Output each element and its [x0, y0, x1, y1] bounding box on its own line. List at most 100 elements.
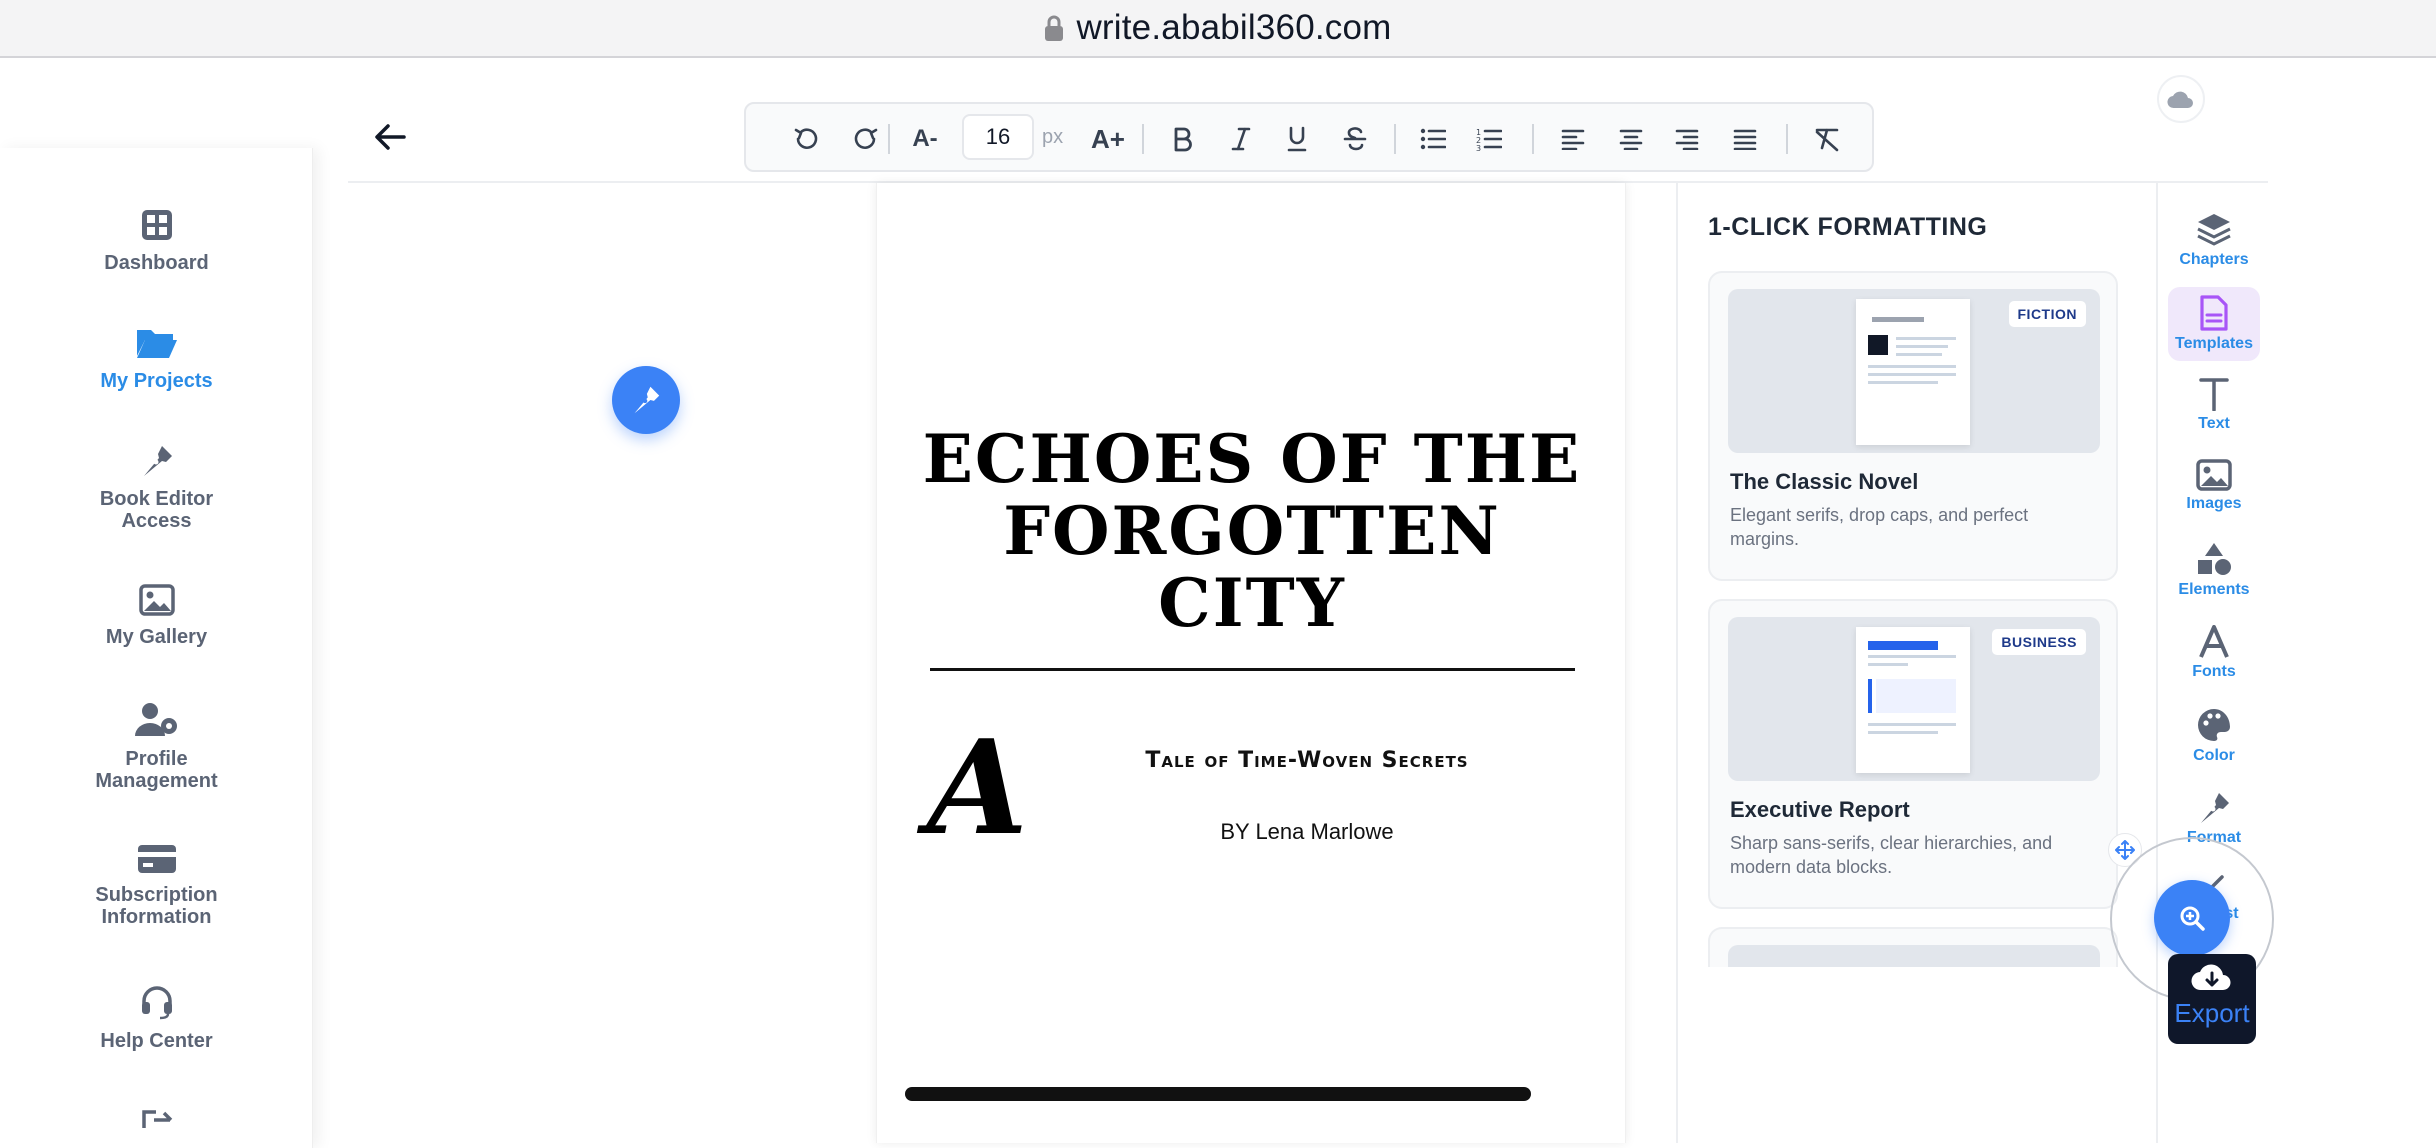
pen-nib-icon: [2201, 793, 2229, 823]
align-left-icon: [1561, 129, 1585, 150]
rail-item-label: Elements: [2178, 581, 2250, 598]
sidebar-item-label: My Projects: [100, 370, 213, 392]
cloud-download-icon: [2191, 964, 2231, 991]
undo-button[interactable]: [788, 120, 826, 158]
sidebar-item-book-editor-access[interactable]: Book Editor Access: [0, 444, 313, 532]
cloud-icon: [2167, 91, 2193, 109]
font-increase-label: A+: [1091, 123, 1125, 154]
align-justify-button[interactable]: [1726, 120, 1764, 158]
edit-pen-button[interactable]: [612, 366, 680, 434]
rail-item-templates[interactable]: Templates: [2168, 287, 2260, 361]
formatting-panel: 1-CLICK FORMATTING FICTION The Classic N…: [1676, 183, 2156, 1143]
align-right-button[interactable]: [1668, 120, 1706, 158]
rail-item-label: Templates: [2175, 335, 2253, 352]
palette-icon: [2198, 709, 2230, 741]
headset-icon: [141, 986, 172, 1020]
export-button[interactable]: Export: [2168, 954, 2256, 1044]
bold-icon: [1174, 127, 1192, 152]
sidebar-item-label: Book Editor Access: [99, 488, 214, 532]
pen-nib-icon: [634, 386, 660, 414]
document-page[interactable]: ECHOES OF THE FORGOTTEN CITY A Tale of T…: [876, 183, 1626, 1143]
template-card-executive-report[interactable]: BUSINESS Executive Report Sharp sans-ser…: [1708, 599, 2118, 909]
formatting-toolbar: A- px A+ 123: [744, 102, 1874, 172]
rail-item-text[interactable]: Text: [2168, 369, 2260, 443]
redo-button[interactable]: [846, 120, 884, 158]
font-decrease-label: A-: [912, 125, 938, 152]
sidebar-item-my-projects[interactable]: My Projects: [0, 326, 313, 392]
user-gear-icon: [134, 703, 177, 736]
horizontal-scrollbar[interactable]: [905, 1087, 1531, 1101]
toolbar-separator: [1394, 124, 1396, 154]
bullet-list-button[interactable]: [1414, 120, 1452, 158]
underline-button[interactable]: [1278, 120, 1316, 158]
paper-preview: [1856, 627, 1970, 773]
document-title[interactable]: ECHOES OF THE FORGOTTEN CITY: [917, 423, 1587, 639]
sidebar-item-label: Help Center: [100, 1030, 213, 1052]
rail-item-chapters[interactable]: Chapters: [2168, 203, 2260, 277]
move-icon: [2115, 840, 2135, 860]
url-text: write.ababil360.com: [1076, 8, 1392, 47]
bullet-list-icon: [1420, 128, 1446, 150]
font-size-input[interactable]: [962, 114, 1034, 160]
sidebar-item-logout[interactable]: [0, 1108, 313, 1138]
svg-text:3: 3: [1476, 144, 1481, 151]
left-sidebar: Dashboard My Projects Book Editor Access…: [0, 148, 313, 1148]
template-name: The Classic Novel: [1730, 469, 1919, 494]
numbered-list-button[interactable]: 123: [1470, 120, 1508, 158]
align-center-button[interactable]: [1612, 120, 1650, 158]
pen-nib-icon: [143, 446, 172, 476]
rail-item-elements[interactable]: Elements: [2168, 533, 2260, 607]
shapes-icon: [2198, 543, 2231, 575]
cloud-save-button[interactable]: [2157, 75, 2205, 123]
template-card-classic-novel[interactable]: FICTION The Classic Novel Elegant serifs…: [1708, 271, 2118, 581]
document-author[interactable]: BY Lena Marlowe: [1097, 819, 1517, 845]
template-description: Sharp sans-serifs, clear hierarchies, an…: [1730, 833, 2053, 877]
rail-item-label: Text: [2198, 415, 2230, 432]
font-size-unit: px: [1042, 126, 1064, 148]
align-center-icon: [1619, 129, 1643, 150]
template-card-partial[interactable]: [1708, 927, 2118, 967]
image-icon: [2196, 459, 2232, 491]
drop-cap[interactable]: A: [927, 723, 1028, 853]
underline-icon: [1287, 126, 1307, 152]
rail-item-images[interactable]: Images: [2168, 451, 2260, 525]
clear-format-button[interactable]: [1808, 120, 1846, 158]
sidebar-item-label: Dashboard: [104, 252, 209, 274]
bold-button[interactable]: [1164, 120, 1202, 158]
numbered-list-icon: 123: [1476, 128, 1502, 151]
template-preview: BUSINESS: [1728, 617, 2100, 781]
italic-button[interactable]: [1222, 120, 1260, 158]
sidebar-item-my-gallery[interactable]: My Gallery: [0, 584, 313, 648]
redo-icon: [854, 128, 878, 149]
sidebar-item-label: Subscription Information: [95, 884, 218, 928]
rail-item-fonts[interactable]: Fonts: [2168, 617, 2260, 691]
template-preview: FICTION: [1728, 289, 2100, 453]
template-name: Executive Report: [1730, 797, 1910, 822]
sidebar-item-help-center[interactable]: Help Center: [0, 984, 313, 1052]
rail-item-label: Color: [2193, 747, 2235, 764]
browser-url-bar[interactable]: write.ababil360.com: [0, 0, 2436, 58]
font-increase-button[interactable]: A+: [1086, 120, 1130, 158]
rail-item-label: Chapters: [2179, 251, 2249, 268]
sidebar-item-label: Profile Management: [95, 748, 218, 792]
document-subtitle[interactable]: Tale of Time-Woven Secrets: [1097, 748, 1517, 773]
template-doc-icon: [2200, 295, 2228, 331]
rail-item-color[interactable]: Color: [2168, 699, 2260, 773]
strikethrough-button[interactable]: [1336, 120, 1374, 158]
folder-open-icon: [136, 330, 177, 358]
back-arrow-icon[interactable]: [372, 120, 408, 154]
zoom-button[interactable]: [2154, 880, 2230, 956]
sidebar-item-dashboard[interactable]: Dashboard: [0, 208, 313, 274]
template-tag: BUSINESS: [1992, 629, 2086, 655]
template-description: Elegant serifs, drop caps, and perfect m…: [1730, 505, 2029, 549]
template-tag: FICTION: [2008, 301, 2086, 327]
lock-icon: [1045, 15, 1064, 41]
sidebar-item-subscription-information[interactable]: Subscription Information: [0, 844, 313, 928]
layers-icon: [2197, 214, 2231, 246]
toolbar-separator: [1532, 124, 1534, 154]
font-decrease-button[interactable]: A-: [906, 120, 944, 158]
sidebar-item-profile-management[interactable]: Profile Management: [0, 702, 313, 792]
toolbar-separator: [1142, 124, 1144, 154]
font-a-icon: [2199, 625, 2229, 658]
align-left-button[interactable]: [1554, 120, 1592, 158]
